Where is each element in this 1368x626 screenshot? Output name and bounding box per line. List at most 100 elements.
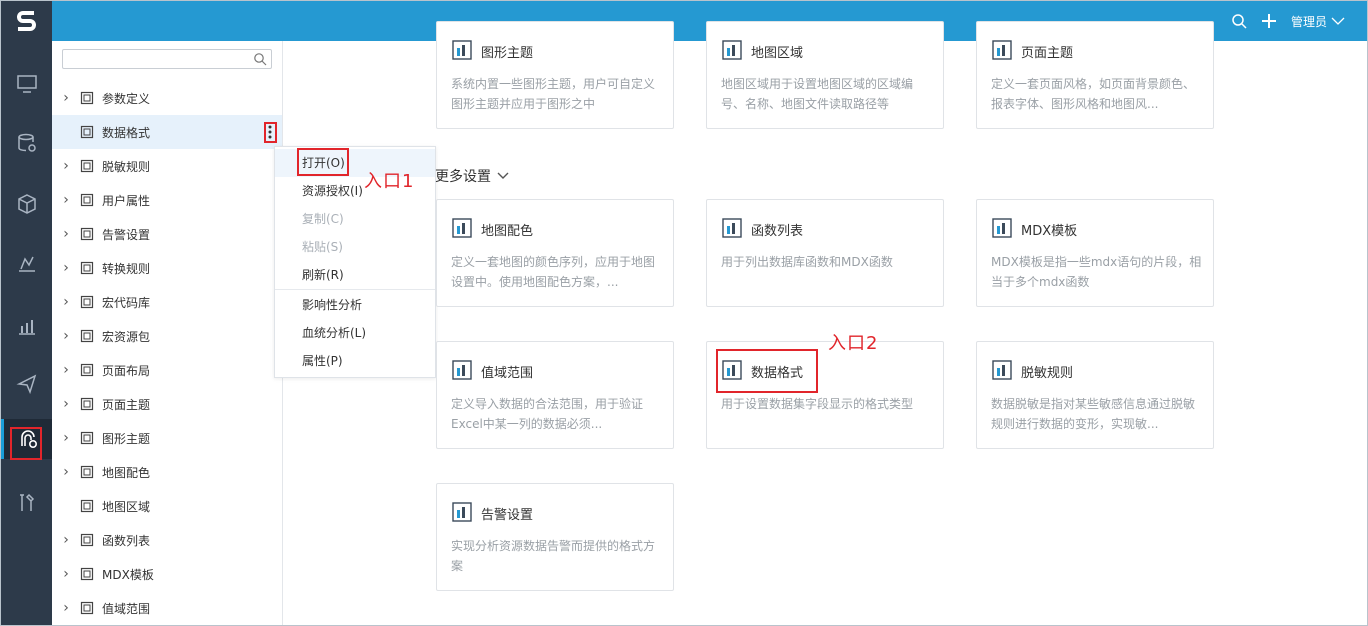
- card-description: MDX模板是指一些mdx语句的片段，相当于多个mdx函数: [991, 255, 1202, 289]
- resource-tree: › 参数定义 数据格式 › 脱敏规则 › 用户属性 › 告警设置 › 转换规则 › 宏代码库 › 宏资源包 ›…: [52, 41, 283, 625]
- chevron-right-icon[interactable]: ›: [52, 328, 80, 344]
- settings-card[interactable]: 函数列表 用于列出数据库函数和MDX函数: [706, 199, 944, 307]
- card-title: 脱敏规则: [1021, 366, 1074, 381]
- tree-item[interactable]: › 参数定义: [52, 81, 282, 115]
- range-icon: [452, 360, 472, 380]
- tree-item[interactable]: › 宏代码库: [52, 285, 282, 319]
- param-icon: [80, 91, 94, 105]
- convert-icon: [80, 261, 94, 275]
- chevron-right-icon[interactable]: ›: [52, 90, 80, 106]
- database-icon[interactable]: [1, 123, 52, 163]
- chevron-right-icon[interactable]: ›: [52, 464, 80, 480]
- tree-item[interactable]: 数据格式: [52, 115, 282, 149]
- mdx-icon: [992, 218, 1012, 238]
- settings-card[interactable]: MDX模板 MDX模板是指一些mdx语句的片段，相当于多个mdx函数: [976, 199, 1214, 307]
- left-rail: [1, 1, 52, 625]
- chevron-right-icon[interactable]: ›: [52, 192, 80, 208]
- settings-card[interactable]: 值域范围 定义导入数据的合法范围，用于验证Excel中某一列的数据必须...: [436, 341, 674, 449]
- tree-item[interactable]: › MDX模板: [52, 557, 282, 591]
- tools-icon[interactable]: [1, 483, 52, 523]
- more-highlight-box: [264, 122, 277, 143]
- user-attr-icon: [80, 193, 94, 207]
- search-icon[interactable]: [253, 52, 267, 66]
- settings-card[interactable]: 页面主题 定义一套页面风格，如页面背景颜色、报表字体、图形风格和地图风...: [976, 21, 1214, 129]
- settings-card[interactable]: 地图区域地图区域用于设置地图区域的区域编号、名称、地图文件读取路径等: [706, 21, 944, 129]
- admin-label: 管理员: [1290, 14, 1327, 29]
- card-description: 定义导入数据的合法范围，用于验证Excel中某一列的数据必须...: [451, 397, 644, 431]
- settings-card[interactable]: 图形主题 系统内置一些图形主题，用户可自定义图形主题并应用于图形之中: [436, 21, 674, 129]
- chevron-right-icon[interactable]: ›: [52, 294, 80, 310]
- monitor-icon[interactable]: [1, 64, 52, 104]
- chevron-right-icon[interactable]: ›: [52, 158, 80, 174]
- page-theme-icon: [80, 397, 94, 411]
- map-area-icon: [80, 499, 94, 513]
- tree-item[interactable]: › 图形主题: [52, 421, 282, 455]
- chevron-right-icon[interactable]: ›: [52, 532, 80, 548]
- add-icon[interactable]: [1261, 13, 1277, 29]
- chevron-right-icon[interactable]: ›: [52, 396, 80, 412]
- card-title: 地图区域: [751, 46, 804, 61]
- tree-item-label: 图形主题: [102, 431, 151, 446]
- tree-item[interactable]: › 值域范围: [52, 591, 282, 625]
- tree-item[interactable]: › 脱敏规则: [52, 149, 282, 183]
- chevron-right-icon[interactable]: ›: [52, 430, 80, 446]
- tree-item-label: 宏资源包: [102, 329, 151, 344]
- card-title: 图形主题: [481, 46, 534, 61]
- top-right-tools: 管理员: [1231, 1, 1345, 41]
- mdx-icon: [80, 567, 94, 581]
- tree-item-label: 宏代码库: [102, 295, 151, 310]
- more-settings-toggle[interactable]: 更多设置: [435, 166, 509, 186]
- tree-item[interactable]: › 地图配色: [52, 455, 282, 489]
- map-color-icon: [80, 465, 94, 479]
- chevron-right-icon[interactable]: ›: [52, 566, 80, 582]
- app-window: 管理员 › 参数定义 数据格式 › 脱敏规则 › 用户属性 › 告警设置 › 转换规则 › 宏代码库 › 宏…: [0, 0, 1368, 626]
- tree-item[interactable]: › 页面主题: [52, 387, 282, 421]
- search-icon[interactable]: [1231, 13, 1247, 29]
- chevron-right-icon[interactable]: ›: [52, 260, 80, 276]
- layout-icon: [80, 363, 94, 377]
- tree-item[interactable]: › 用户属性: [52, 183, 282, 217]
- entry2-annotation: 入口2: [828, 333, 879, 354]
- tree-item-label: 值域范围: [102, 601, 151, 616]
- card-description: 定义一套地图的颜色序列，应用于地图设置中。使用地图配色方案，...: [451, 255, 656, 289]
- card-title: 告警设置: [481, 508, 534, 523]
- tree-search-input[interactable]: [62, 49, 272, 69]
- tree-item[interactable]: › 告警设置: [52, 217, 282, 251]
- analysis-icon[interactable]: [1, 244, 52, 284]
- alarm-icon: [80, 227, 94, 241]
- tree-item[interactable]: › 宏资源包: [52, 319, 282, 353]
- card-title: 页面主题: [1021, 46, 1074, 61]
- tree-item[interactable]: › 页面布局: [52, 353, 282, 387]
- tree-item[interactable]: 地图区域: [52, 489, 282, 523]
- settings-card[interactable]: 脱敏规则数据脱敏是指对某些敏感信息通过脱敏规则进行数据的变形，实现敏...: [976, 341, 1214, 449]
- tree-item-label: MDX模板: [102, 567, 154, 582]
- card-title: MDX模板: [1021, 224, 1078, 239]
- chevron-right-icon[interactable]: ›: [52, 226, 80, 242]
- settings-card[interactable]: 地图配色 定义一套地图的颜色序列，应用于地图设置中。使用地图配色方案，...: [436, 199, 674, 307]
- chevron-right-icon[interactable]: ›: [52, 600, 80, 616]
- send-icon[interactable]: [1, 364, 52, 404]
- card-description: 实现分析资源数据告警而提供的格式方案: [451, 539, 656, 573]
- tree-item-label: 地图配色: [102, 465, 151, 480]
- settings-card[interactable]: 告警设置实现分析资源数据告警而提供的格式方案: [436, 483, 674, 591]
- function-icon: [80, 533, 94, 547]
- section-title: 更多设置: [435, 169, 491, 185]
- tree-item-label: 地图区域: [102, 499, 151, 514]
- tree-item-label: 用户属性: [102, 193, 151, 208]
- cube-icon[interactable]: [1, 184, 52, 224]
- card-description: 地图区域用于设置地图区域的区域编号、名称、地图文件读取路径等: [721, 77, 914, 111]
- rail-highlight-box: [10, 427, 42, 460]
- chart-icon[interactable]: [1, 306, 52, 346]
- chevron-down-icon: [497, 172, 509, 179]
- macro-pkg-icon: [80, 329, 94, 343]
- tree-item[interactable]: › 函数列表: [52, 523, 282, 557]
- chevron-right-icon[interactable]: ›: [52, 362, 80, 378]
- format-icon: [80, 125, 94, 139]
- function-icon: [722, 218, 742, 238]
- card-description: 数据脱敏是指对某些敏感信息通过脱敏规则进行数据的变形，实现敏...: [991, 397, 1196, 431]
- map-color-icon: [452, 218, 472, 238]
- logo-icon: [16, 11, 36, 31]
- user-menu[interactable]: 管理员: [1291, 13, 1345, 30]
- tree-item[interactable]: › 转换规则: [52, 251, 282, 285]
- tree-item-label: 数据格式: [102, 125, 151, 140]
